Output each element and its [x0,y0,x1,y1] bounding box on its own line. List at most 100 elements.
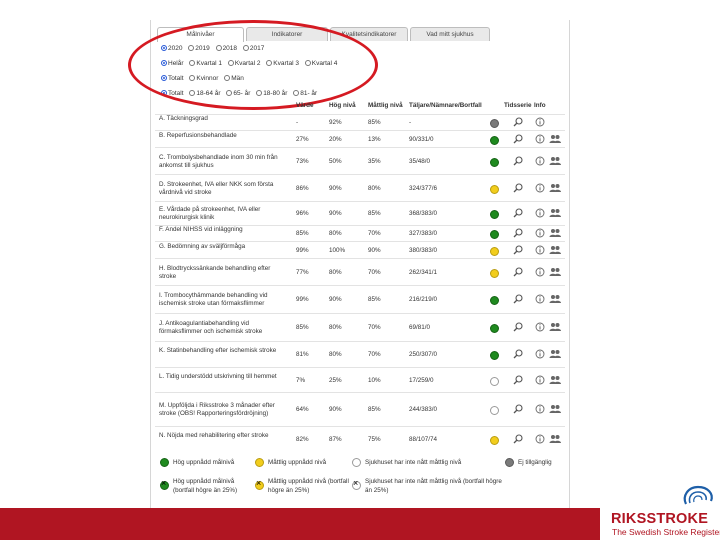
column-header-high[interactable]: Hög nivå [329,102,356,109]
indicator-name: K. Statinbehandling efter ischemisk stro… [159,347,277,354]
group-icon[interactable] [549,183,561,195]
timeseries-magnifier-icon[interactable] [513,155,523,168]
indicator-value: 81% [296,351,309,358]
info-icon[interactable] [535,294,545,306]
moderate-level-value: 85% [368,406,381,413]
status-dot-icon [490,296,499,305]
indicator-name: B. Reperfusionsbehandlade [159,131,237,139]
table-row: L. Tidig understödd utskrivning till hem… [155,367,565,392]
info-icon[interactable] [535,267,545,279]
table-row: J. Antikoagulantiabehandling vid förmaks… [155,313,565,341]
group-icon[interactable] [549,322,561,334]
moderate-level-value: 90% [368,246,381,254]
high-level-value: 80% [329,351,342,358]
status-dot-icon [490,135,499,145]
info-icon[interactable] [535,134,545,146]
moderate-level-value: 13% [368,135,381,143]
moderate-level-value: 70% [368,268,381,276]
counts-value: 262/341/1 [409,268,438,276]
status-dot-icon [490,119,499,128]
status-dot-icon [490,406,499,415]
info-icon[interactable] [535,245,545,257]
high-level-value: 20% [329,135,342,143]
group-icon[interactable] [549,134,561,146]
timeseries-magnifier-icon[interactable] [513,374,523,387]
timeseries-magnifier-icon[interactable] [513,228,523,240]
high-level-value: 25% [329,376,342,384]
info-icon[interactable] [535,434,545,446]
tab-vad-mitt-sjukhus[interactable]: Vad mitt sjukhus [410,27,490,41]
table-row: B. Reperfusionsbehandlade 27% 20% 13% 90/331… [155,130,565,147]
info-icon[interactable] [535,183,545,195]
status-dot-icon [490,157,499,167]
status-dot-icon [490,324,499,333]
indicator-value: 86% [296,184,309,192]
indicator-value: - [296,119,299,126]
high-level-value: 90% [329,296,342,303]
counts-value: 244/383/0 [409,406,438,413]
indicator-name: A. Täckningsgrad [159,115,208,122]
indicator-value: 73% [296,157,309,165]
info-icon[interactable] [535,349,545,361]
timeseries-magnifier-icon[interactable] [513,208,523,220]
indicator-name: D. Strokeenhet, IVA eller NKK som första… [159,180,274,196]
group-icon[interactable] [549,404,561,416]
status-dot-icon [490,210,499,219]
group-icon[interactable] [549,434,561,446]
info-icon[interactable] [535,375,545,387]
high-level-value: 90% [329,406,342,413]
timeseries-magnifier-icon[interactable] [513,294,523,306]
x-mark-icon: × [256,478,262,488]
counts-value: 216/219/0 [409,296,438,303]
indicator-value: 85% [296,230,309,237]
moderate-level-value: 35% [368,157,381,165]
group-icon[interactable] [549,375,561,387]
group-icon[interactable] [549,349,561,361]
info-icon[interactable] [535,228,545,240]
timeseries-magnifier-icon[interactable] [513,349,523,361]
status-dot-icon [490,246,499,256]
group-icon[interactable] [549,267,561,279]
counts-value: 327/383/0 [409,230,438,237]
high-level-value: 90% [329,184,342,192]
indicator-value: 99% [296,296,309,303]
group-icon[interactable] [549,156,561,168]
group-icon[interactable] [549,245,561,257]
timeseries-magnifier-icon[interactable] [513,133,523,146]
status-dot-icon [490,230,499,239]
indicator-name: H. Blodtryckssänkande behandling efter s… [159,264,271,280]
column-header-counts[interactable]: Täljare/Nämnare/Bortfall [409,102,482,109]
column-header-moderate[interactable]: Måttlig nivå [368,102,403,109]
group-icon[interactable] [549,208,561,220]
table-row: I. Trombocythämmande behandling vid isch… [155,285,565,313]
info-icon[interactable] [535,404,545,416]
indicator-value: 96% [296,210,309,217]
column-header-value[interactable]: Värde [296,102,314,109]
counts-value: 35/48/0 [409,157,431,165]
group-icon[interactable] [549,228,561,240]
timeseries-magnifier-icon[interactable] [513,117,523,129]
counts-value: - [409,119,412,126]
timeseries-magnifier-icon[interactable] [513,182,523,195]
info-icon[interactable] [535,208,545,220]
x-mark-icon: × [161,478,167,488]
indicator-name: N. Nöjda med rehabilitering efter stroke [159,432,269,439]
timeseries-magnifier-icon[interactable] [513,266,523,279]
timeseries-magnifier-icon[interactable] [513,434,523,446]
group-icon[interactable] [549,294,561,306]
counts-value: 250/307/0 [409,351,438,358]
info-icon[interactable] [535,117,545,129]
brand-tagline: The Swedish Stroke Register [612,527,720,537]
timeseries-magnifier-icon[interactable] [513,244,523,257]
indicator-name: L. Tidig understödd utskrivning till hem… [159,372,277,380]
info-icon[interactable] [535,156,545,168]
timeseries-magnifier-icon[interactable] [513,322,523,334]
counts-value: 368/383/0 [409,210,438,217]
indicator-value: 27% [296,135,309,143]
indicator-value: 64% [296,406,309,413]
highlight-ellipse [128,20,378,110]
info-icon[interactable] [535,322,545,334]
timeseries-magnifier-icon[interactable] [513,404,523,416]
table-header: Värde Hög nivå Måttlig nivå Täljare/Nämn… [0,100,720,112]
table-row: H. Blodtryckssänkande behandling efter s… [155,258,565,285]
